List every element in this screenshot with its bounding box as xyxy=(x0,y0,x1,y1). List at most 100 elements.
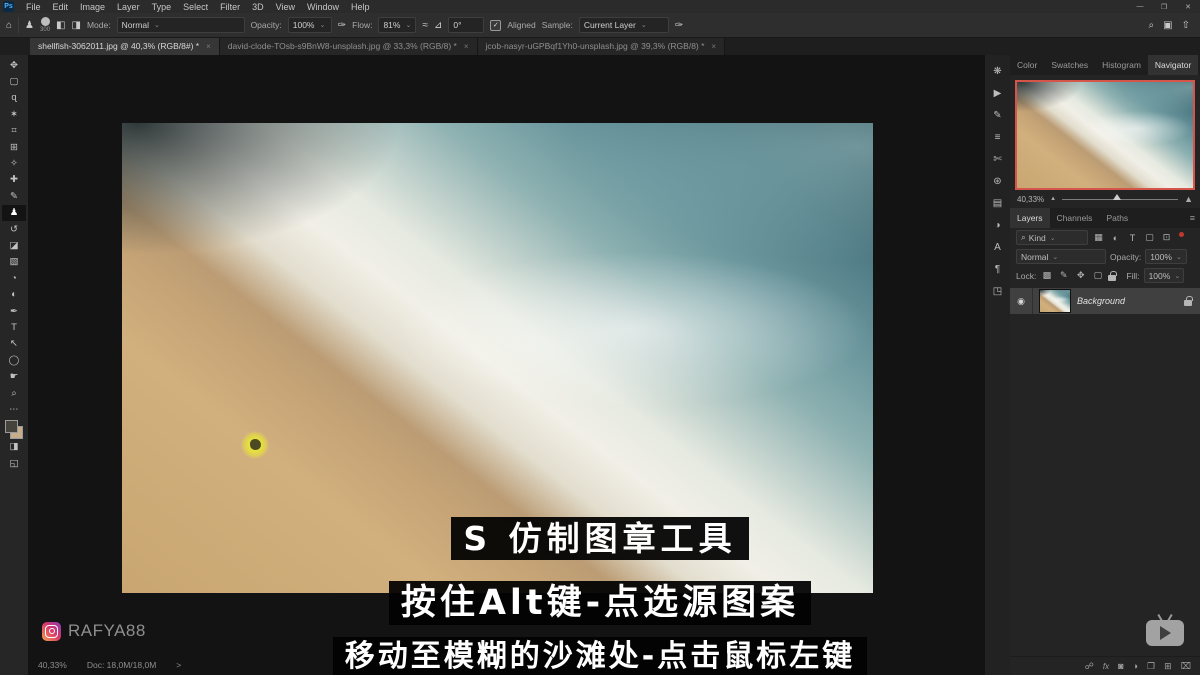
navigator-proxy-preview[interactable] xyxy=(1015,80,1195,190)
menu-item-window[interactable]: Window xyxy=(301,2,345,12)
type-tool[interactable]: T xyxy=(2,319,26,335)
layer-filter-dropdown[interactable]: ⌕ Kind xyxy=(1016,230,1088,245)
actions-panel-icon[interactable]: ▶ xyxy=(985,82,1010,104)
navigator-zoom-value[interactable]: 40,33% xyxy=(1017,195,1044,204)
frame-tool[interactable]: ⊞ xyxy=(2,139,26,155)
tab-histogram[interactable]: Histogram xyxy=(1095,55,1148,75)
gradient-tool[interactable]: ▧ xyxy=(2,254,26,270)
eyedropper-tool[interactable]: ✧ xyxy=(2,155,26,171)
home-icon[interactable]: ⌂ xyxy=(6,20,12,31)
menu-item-select[interactable]: Select xyxy=(177,2,214,12)
menu-item-image[interactable]: Image xyxy=(74,2,111,12)
tab-color[interactable]: Color xyxy=(1010,55,1044,75)
close-tab-icon[interactable]: × xyxy=(464,42,469,51)
workspace-switcher-icon[interactable]: ▣ xyxy=(1163,20,1172,31)
toggle-brush-settings-icon[interactable]: ◧ xyxy=(56,20,65,31)
airbrush-icon[interactable]: ≈ xyxy=(422,20,428,31)
tab-layers[interactable]: Layers xyxy=(1010,208,1050,228)
edit-toolbar-icon[interactable]: ⋯ xyxy=(2,401,26,417)
styles-panel-icon[interactable]: ⊛ xyxy=(985,170,1010,192)
sample-pressure-icon[interactable]: ✑ xyxy=(675,20,683,31)
lock-all-icon[interactable] xyxy=(1108,270,1117,281)
menu-item-edit[interactable]: Edit xyxy=(47,2,75,12)
brushes-panel-icon[interactable]: ❋ xyxy=(985,60,1010,82)
menu-item-layer[interactable]: Layer xyxy=(111,2,146,12)
tab-channels[interactable]: Channels xyxy=(1050,208,1100,228)
character-panel-icon[interactable]: A xyxy=(985,236,1010,258)
menu-item-help[interactable]: Help xyxy=(345,2,376,12)
tab-paths[interactable]: Paths xyxy=(1099,208,1135,228)
document-tab-david-clode[interactable]: david-clode-TOsb-s9BnW8-unsplash.jpg @ 3… xyxy=(219,37,478,55)
menu-item-type[interactable]: Type xyxy=(146,2,178,12)
history-brush-tool[interactable]: ↺ xyxy=(2,221,26,237)
close-tab-icon[interactable]: × xyxy=(711,42,716,51)
lasso-tool[interactable]: ɋ xyxy=(2,90,26,106)
layer-thumbnail[interactable] xyxy=(1039,289,1071,313)
menu-item-view[interactable]: View xyxy=(270,2,301,12)
lock-position-icon[interactable]: ✥ xyxy=(1074,270,1087,281)
eraser-tool[interactable]: ◪ xyxy=(2,237,26,253)
clone-stamp-preset-icon[interactable]: ♟ xyxy=(25,20,34,31)
foreground-color-swatch[interactable] xyxy=(5,419,18,433)
layer-locked-icon[interactable] xyxy=(1184,296,1193,306)
path-selection-tool[interactable]: ↖ xyxy=(2,336,26,352)
quick-mask-icon[interactable]: ◨ xyxy=(2,439,26,455)
opacity-dropdown[interactable]: 100% xyxy=(287,17,332,33)
layer-opacity-dropdown[interactable]: 100% xyxy=(1145,249,1188,264)
shape-tool[interactable]: ◯ xyxy=(2,352,26,368)
pixel-layer-filter-icon[interactable]: ▦ xyxy=(1092,232,1105,243)
blend-mode-dropdown[interactable]: Normal xyxy=(1016,249,1106,264)
document-tab-jcob-nasyr[interactable]: jcob-nasyr-uGPBqf1Yh0-unsplash.jpg @ 39,… xyxy=(477,37,726,55)
layer-name[interactable]: Background xyxy=(1077,296,1184,306)
zoom-in-icon[interactable]: ▲ xyxy=(1184,194,1193,204)
restore-button[interactable]: ❐ xyxy=(1152,0,1176,13)
hand-tool[interactable]: ☛ xyxy=(2,368,26,384)
blur-tool[interactable]: ◔ xyxy=(2,270,26,286)
brush-settings-panel-icon[interactable]: ✎ xyxy=(985,104,1010,126)
brush-angle-field[interactable]: 0° xyxy=(448,17,485,33)
tab-swatches[interactable]: Swatches xyxy=(1044,55,1095,75)
minimize-button[interactable]: — xyxy=(1128,0,1152,13)
zoom-tool[interactable]: ⌕ xyxy=(2,385,26,401)
dodge-tool[interactable]: ◐ xyxy=(2,286,26,302)
lock-image-pixels-icon[interactable]: ✎ xyxy=(1057,270,1070,281)
adjustments-panel-icon[interactable]: ◑ xyxy=(985,214,1010,236)
menu-item-file[interactable]: File xyxy=(20,2,47,12)
sample-dropdown[interactable]: Current Layer xyxy=(578,17,669,33)
type-layer-filter-icon[interactable]: T xyxy=(1126,233,1139,243)
zoom-out-icon[interactable]: ▲ xyxy=(1050,196,1056,202)
clone-stamp-tool[interactable]: ♟ xyxy=(2,204,26,221)
close-tab-icon[interactable]: × xyxy=(206,42,211,51)
info-panel-icon[interactable]: ▤ xyxy=(985,192,1010,214)
menu-item-filter[interactable]: Filter xyxy=(214,2,246,12)
toggle-clone-source-icon[interactable]: ◨ xyxy=(71,20,80,31)
crop-tool[interactable]: ⌗ xyxy=(2,123,26,139)
aligned-checkbox[interactable]: ✓ xyxy=(490,19,502,31)
search-icon[interactable]: ⌕ xyxy=(1149,20,1155,31)
menu-item-3d[interactable]: 3D xyxy=(246,2,270,12)
pressure-opacity-icon[interactable]: ✑ xyxy=(338,20,346,31)
mode-dropdown[interactable]: Normal xyxy=(116,17,245,33)
share-icon[interactable]: ⇧ xyxy=(1182,20,1190,31)
properties-panel-icon[interactable]: ◳ xyxy=(985,280,1010,302)
layer-visibility-eye-icon[interactable]: ◉ xyxy=(1010,288,1033,314)
screen-mode-icon[interactable]: ◱ xyxy=(2,455,26,471)
panel-menu-icon[interactable]: ≡ xyxy=(1185,208,1200,228)
layer-row-background[interactable]: ◉ Background xyxy=(1010,288,1200,314)
marquee-tool[interactable]: ▢ xyxy=(2,73,26,89)
brush-preset-picker[interactable]: 300 xyxy=(40,17,50,33)
paragraph-panel-icon[interactable]: ¶ xyxy=(985,258,1010,280)
healing-brush-tool[interactable]: ✚ xyxy=(2,172,26,188)
color-swatches[interactable] xyxy=(4,419,24,439)
libraries-panel-icon[interactable]: ✄ xyxy=(985,148,1010,170)
lock-artboard-icon[interactable]: ▢ xyxy=(1091,270,1104,281)
close-button[interactable]: ✕ xyxy=(1176,0,1200,13)
document-tab-shellfish[interactable]: shellfish-3062011.jpg @ 40,3% (RGB/8#) *… xyxy=(30,37,220,55)
brush-tool[interactable]: ✎ xyxy=(2,188,26,204)
flow-dropdown[interactable]: 81% xyxy=(378,17,417,33)
smart-object-filter-icon[interactable]: ⊡ xyxy=(1160,232,1173,243)
pen-tool[interactable]: ✒ xyxy=(2,303,26,319)
adjustment-layer-filter-icon[interactable]: ◐ xyxy=(1109,233,1122,243)
zoom-slider-thumb[interactable] xyxy=(1113,193,1122,200)
lock-transparent-pixels-icon[interactable]: ▩ xyxy=(1040,270,1053,281)
